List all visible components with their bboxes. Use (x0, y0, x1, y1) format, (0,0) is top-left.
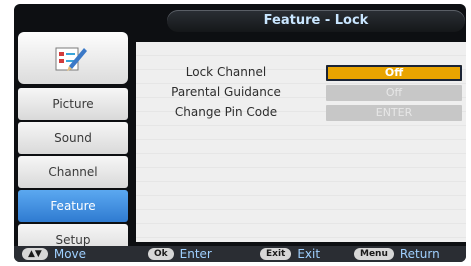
sidebar: Picture Sound Channel Feature Setup (14, 18, 132, 256)
menu-title: Feature - Lock (263, 13, 369, 28)
menu-row-lock-channel[interactable]: Lock Channel Off (136, 64, 466, 82)
row-label: Parental Guidance (171, 85, 281, 99)
sidebar-item-label: Channel (48, 165, 98, 179)
sidebar-item-label: Setup (55, 233, 91, 247)
sidebar-item-picture[interactable]: Picture (18, 88, 128, 120)
parental-guidance-value[interactable]: Off (326, 85, 462, 101)
checklist-pencil-icon (55, 47, 87, 71)
row-label: Change Pin Code (174, 105, 278, 119)
menu-title-bar: Feature - Lock (167, 10, 465, 32)
sidebar-item-label: Feature (50, 199, 96, 213)
lock-channel-value[interactable]: Off (326, 65, 462, 81)
hint-text: Return (399, 247, 440, 261)
settings-logo (18, 32, 128, 84)
row-label: Lock Channel (185, 65, 267, 79)
change-pin-code-value[interactable]: ENTER (326, 105, 462, 121)
hint-text: Move (53, 247, 87, 261)
hint-exit: Exit Exit (260, 247, 320, 261)
up-down-key-icon: ▲▼ (22, 248, 48, 260)
sidebar-item-label: Picture (52, 97, 94, 111)
menu-key-icon: Menu (354, 248, 394, 260)
hint-text: Exit (297, 247, 321, 261)
ok-key-icon: Ok (148, 248, 174, 260)
menu-row-parental-guidance[interactable]: Parental Guidance Off (136, 84, 466, 102)
sidebar-item-sound[interactable]: Sound (18, 122, 128, 154)
menu-row-change-pin-code[interactable]: Change Pin Code ENTER (136, 104, 466, 122)
sidebar-item-label: Sound (54, 131, 92, 145)
hint-move: ▲▼ Move (22, 247, 86, 261)
exit-key-icon: Exit (260, 248, 292, 260)
osd-screen: Feature - Lock Picture Sound Channel Fea… (14, 4, 466, 262)
sidebar-item-feature[interactable]: Feature (18, 190, 128, 222)
sidebar-item-channel[interactable]: Channel (18, 156, 128, 188)
key-hint-bar: ▲▼ Move Ok Enter Exit Exit Menu Return (14, 246, 466, 262)
hint-return: Menu Return (354, 247, 440, 261)
feature-lock-panel: Lock Channel Off Parental Guidance Off C… (136, 42, 466, 242)
hint-enter: Ok Enter (148, 247, 212, 261)
tv-frame: Feature - Lock Picture Sound Channel Fea… (0, 0, 471, 266)
hint-text: Enter (179, 247, 212, 261)
